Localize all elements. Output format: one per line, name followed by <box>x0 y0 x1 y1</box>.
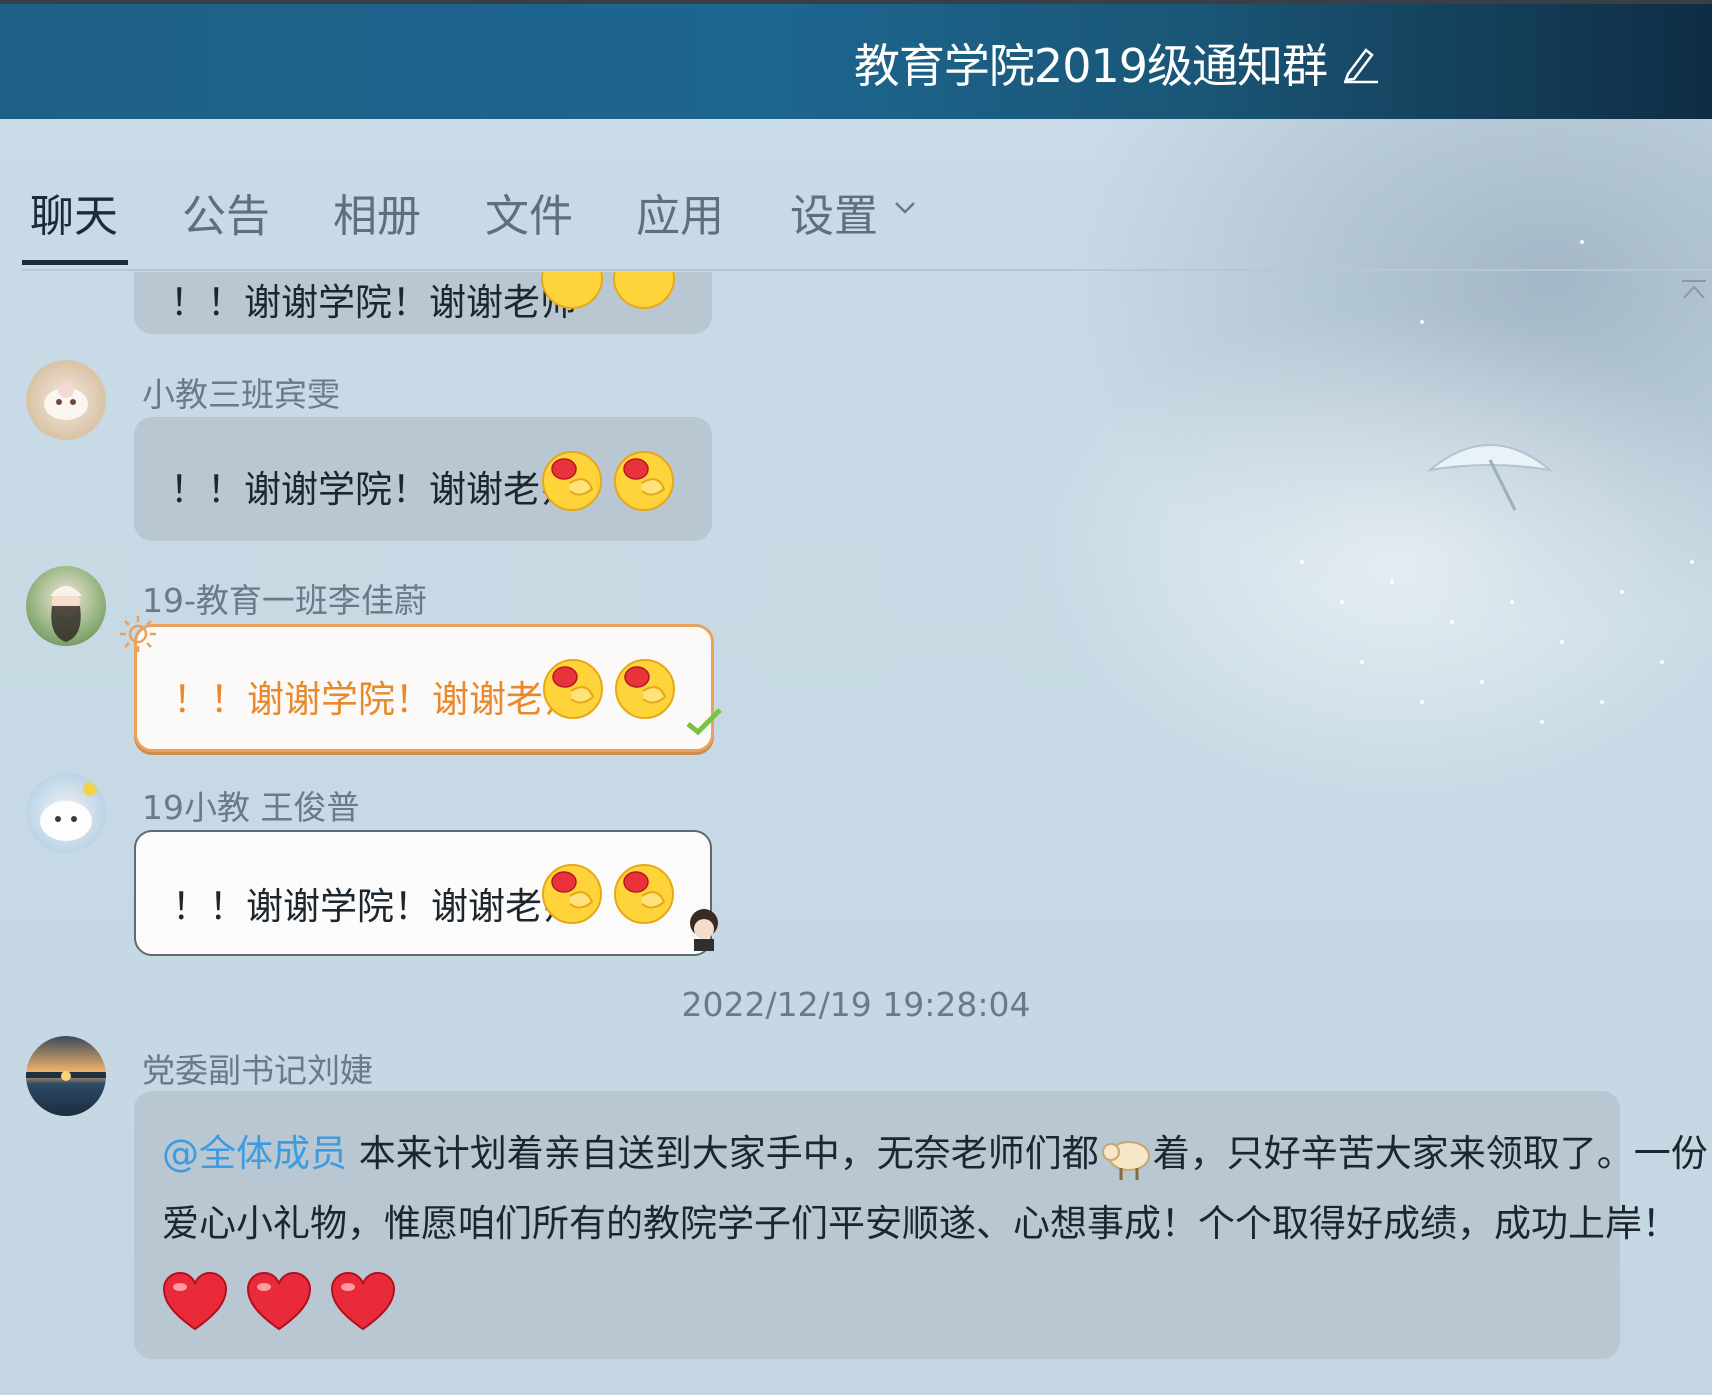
chevron-down-icon[interactable] <box>893 197 917 217</box>
yawn-emoji-icon <box>615 659 675 719</box>
heart-icon <box>162 1271 228 1330</box>
avatar-image <box>50 586 82 642</box>
message-text: ！！谢谢学院！谢谢老师 <box>172 885 579 928</box>
active-tab-indicator <box>22 260 128 265</box>
message-text-line: 爱心小礼物，惟愿咱们所有的教院学子们平安顺遂、心想事成！个个取得好成绩，成功上岸… <box>162 1202 1679 1245</box>
yawn-emoji-icon <box>541 272 603 309</box>
title-bar: 教育学院2019级通知群 <box>0 0 1712 119</box>
edit-icon[interactable] <box>1340 40 1380 84</box>
tab-album[interactable]: 相册 <box>333 180 421 244</box>
tab-bar: 聊天 公告 相册 文件 应用 设置 <box>0 160 1712 270</box>
sender-name: 党委副书记刘婕 <box>142 1051 373 1090</box>
message-text: ！！谢谢学院！谢谢老师 <box>170 468 577 511</box>
yawn-emoji-icon <box>614 864 674 924</box>
message-text: ！！谢谢学院！谢谢老师 <box>173 678 580 721</box>
message-timestamp: 2022/12/19 19:28:04 <box>681 985 1031 1024</box>
tab-chat[interactable]: 聊天 <box>30 180 118 244</box>
avatar[interactable] <box>26 360 106 440</box>
heart-icon <box>246 1271 311 1330</box>
message-text-part: 本来计划着亲自送到大家手中，无奈老师们都 <box>347 1132 1099 1175</box>
message-bubble[interactable]: ！！谢谢学院！谢谢老师 <box>134 830 712 956</box>
message-bubble[interactable]: ！！谢谢学院！谢谢老师 <box>134 272 712 334</box>
title-bar-edge <box>0 0 1712 4</box>
sender-name: 19-教育一班李佳蔚 <box>142 581 427 620</box>
leaf-decoration-icon <box>686 708 722 736</box>
avatar-image <box>40 782 97 841</box>
avatar-image <box>44 382 88 420</box>
avatar-image <box>26 1071 106 1081</box>
chat-message: 党委副书记刘婕 @全体成员 本来计划着亲自送到大家手中，无奈老师们都 着，只好辛苦… <box>0 1036 1712 1366</box>
heart-row <box>162 1265 1612 1335</box>
sender-name: 19小教 王俊普 <box>142 788 360 827</box>
tab-files[interactable]: 文件 <box>485 180 573 244</box>
yawn-emoji-icon <box>613 272 675 309</box>
yawn-emoji-icon <box>542 864 602 924</box>
mention-all-link[interactable]: @全体成员 <box>162 1132 347 1175</box>
yawn-emoji-icon <box>614 451 674 511</box>
tab-settings[interactable]: 设置 <box>790 180 878 244</box>
heart-icon <box>330 1271 395 1330</box>
message-text: ！！谢谢学院！谢谢老师 <box>170 281 577 324</box>
sun-decoration-icon <box>120 616 156 652</box>
message-text: @全体成员 本来计划着亲自送到大家手中，无奈老师们都 着，只好辛苦大家来领取了。一… <box>162 1119 1708 1335</box>
yawn-emoji-icon <box>542 451 602 511</box>
avatar[interactable] <box>26 1036 106 1116</box>
message-text-part: 着，只好辛苦大家来领取了。一份 <box>1152 1132 1708 1175</box>
chat-message: 小教三班宾雯 ！！谢谢学院！谢谢老师 <box>0 360 1712 550</box>
message-bubble[interactable]: @全体成员 本来计划着亲自送到大家手中，无奈老师们都 着，只好辛苦大家来领取了。一… <box>134 1091 1708 1359</box>
tab-divider <box>22 269 1712 271</box>
chat-message: ！！谢谢学院！谢谢老师 <box>0 272 1712 336</box>
tab-announcement[interactable]: 公告 <box>182 180 270 244</box>
sheep-icon <box>1101 1140 1150 1180</box>
avatar[interactable] <box>26 773 106 853</box>
chat-message: 19小教 王俊普 ！！谢谢学院！谢谢老师 <box>0 773 1712 963</box>
character-decoration-icon <box>690 909 718 951</box>
chat-message: 19-教育一班李佳蔚 ！！谢谢学院！谢谢老师 <box>0 566 1712 756</box>
group-title[interactable]: 教育学院2019级通知群 <box>854 30 1328 96</box>
message-bubble[interactable]: ！！谢谢学院！谢谢老师 <box>134 417 712 541</box>
avatar[interactable] <box>26 566 106 646</box>
tab-apps[interactable]: 应用 <box>636 180 724 244</box>
message-bubble[interactable]: ！！谢谢学院！谢谢老师 <box>134 624 714 752</box>
yawn-emoji-icon <box>543 659 603 719</box>
sender-name: 小教三班宾雯 <box>142 375 340 414</box>
